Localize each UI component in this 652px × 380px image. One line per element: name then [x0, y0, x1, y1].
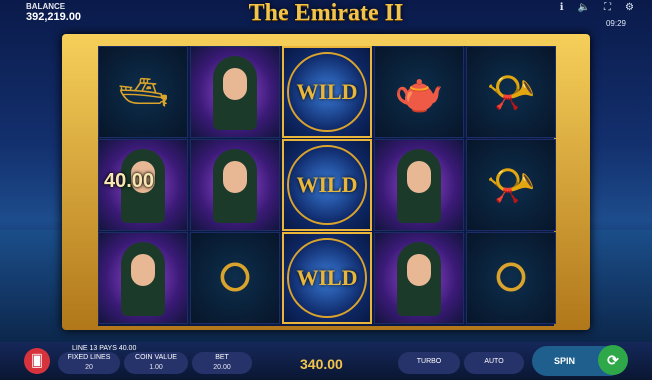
- symbol-teapot: 🫖: [374, 46, 464, 138]
- reel-2: ⭘: [190, 46, 280, 326]
- symbol-woman: [374, 232, 464, 324]
- symbol-wild: WILD: [282, 139, 372, 231]
- woman-symbol: [207, 145, 263, 225]
- reel-4: 🫖: [374, 46, 464, 326]
- top-icon-bar: ℹ 🔈 ⛶ ⚙: [560, 2, 634, 13]
- fixed-lines-label: FIXED LINES: [67, 354, 111, 361]
- fixed-lines: FIXED LINES 20: [58, 352, 120, 374]
- symbol-wild: WILD: [282, 232, 372, 324]
- symbol-woman: [374, 139, 464, 231]
- game-title: The Emirate II: [248, 0, 404, 26]
- refresh-icon: ⟳: [598, 345, 628, 375]
- wild-symbol: WILD: [287, 145, 367, 225]
- reel-area: 🛥 ⭘ WILD WILD WILD 🫖 📯 📯 ⭘: [98, 46, 556, 326]
- status-line: LINE 13 PAYS 40.00: [72, 345, 137, 352]
- clock: 09:29: [605, 19, 626, 28]
- symbol-necklace: ⭘: [190, 232, 280, 324]
- win-total: 340.00: [300, 356, 343, 372]
- symbol-wild: WILD: [282, 46, 372, 138]
- yacht-icon: 🛥: [117, 70, 169, 115]
- horn-icon: 📯: [486, 70, 536, 115]
- reel-5: 📯 📯 ⭘: [466, 46, 556, 326]
- woman-symbol: [391, 145, 447, 225]
- necklace-icon: ⭘: [219, 255, 251, 300]
- necklace-icon: ⭘: [495, 255, 527, 300]
- symbol-woman: [98, 232, 188, 324]
- coin-value-value: 1.00: [149, 364, 163, 371]
- fullscreen-icon[interactable]: ⛶: [604, 2, 611, 13]
- info-icon[interactable]: ℹ: [560, 2, 564, 13]
- turbo-button[interactable]: TURBO: [398, 352, 460, 374]
- coin-value[interactable]: COIN VALUE 1.00: [124, 352, 188, 374]
- spin-label: SPIN: [554, 356, 576, 366]
- spin-button[interactable]: SPIN ⟳: [532, 345, 628, 376]
- symbol-yacht: 🛥: [98, 46, 188, 138]
- gear-icon[interactable]: ⚙: [625, 2, 634, 13]
- woman-symbol: [207, 52, 263, 132]
- fixed-lines-value: 20: [85, 364, 93, 371]
- reel-3: WILD WILD WILD: [282, 46, 372, 326]
- menu-button[interactable]: 🂠: [24, 348, 50, 374]
- bet[interactable]: BET 20.00: [192, 352, 252, 374]
- line-win-amount: 40.00: [104, 170, 155, 192]
- coin-value-label: COIN VALUE: [135, 354, 177, 361]
- bet-value: 20.00: [213, 364, 231, 371]
- symbol-horn: 📯: [466, 139, 556, 231]
- speaker-icon[interactable]: 🔈: [578, 2, 590, 13]
- wild-symbol: WILD: [287, 238, 367, 318]
- teapot-icon: 🫖: [394, 70, 444, 115]
- symbol-woman: [190, 46, 280, 138]
- symbol-woman: [190, 139, 280, 231]
- woman-symbol: [391, 238, 447, 318]
- symbol-horn: 📯: [466, 46, 556, 138]
- bet-label: BET: [215, 354, 229, 361]
- cards-icon: 🂠: [30, 354, 44, 368]
- wild-symbol: WILD: [287, 52, 367, 132]
- woman-symbol: [115, 238, 171, 318]
- horn-icon: 📯: [486, 163, 536, 208]
- auto-button[interactable]: AUTO: [464, 352, 524, 374]
- symbol-necklace: ⭘: [466, 232, 556, 324]
